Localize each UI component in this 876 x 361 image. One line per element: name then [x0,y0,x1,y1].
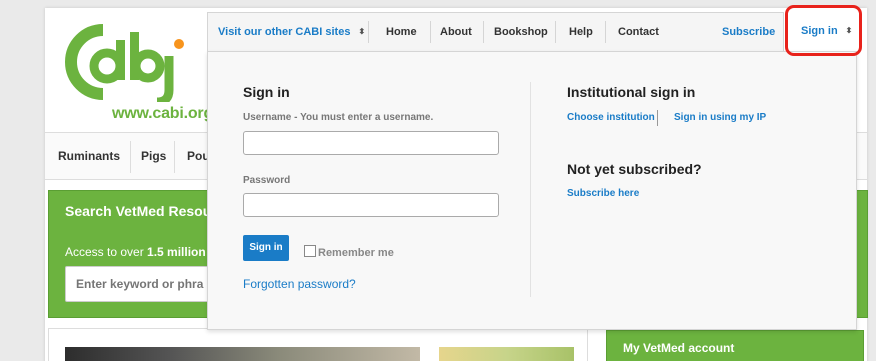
category-separator [174,141,175,173]
remember-me-checkbox[interactable] [304,245,316,257]
other-cabi-sites-menu[interactable]: Visit our other CABI sites ⬍ [218,13,365,51]
nav-help[interactable]: Help [569,13,593,51]
highlight-box [785,5,862,56]
sign-in-title: Sign in [243,84,290,100]
password-input[interactable] [243,193,499,217]
not-subscribed-title: Not yet subscribed? [567,161,702,177]
access-count: 1.5 million [147,245,206,259]
nav-bookshop[interactable]: Bookshop [494,13,548,51]
nav-separator [368,21,369,43]
access-prefix: Access to over [65,245,148,259]
password-label: Password [243,175,291,186]
choose-institution-link[interactable]: Choose institution [567,112,655,123]
panel-divider [530,82,531,297]
featured-card [48,328,588,361]
remember-me[interactable]: Remember me [304,245,394,259]
nav-home[interactable]: Home [386,13,417,51]
my-account-label: My VetMed account [623,341,735,355]
cabi-logo-mark [65,24,184,102]
search-access-text: Access to over 1.5 million [65,245,206,259]
institutional-title: Institutional sign in [567,84,696,100]
username-label: Username - You must enter a username. [243,112,434,123]
featured-image[interactable] [65,347,420,361]
link-separator [657,110,658,126]
other-sites-label: Visit our other CABI sites [218,26,351,38]
sign-in-button[interactable]: Sign in [243,235,289,261]
featured-image-secondary[interactable] [439,347,574,361]
my-account-panel[interactable]: My VetMed account [606,330,864,361]
nav-separator [605,21,606,43]
top-nav: Visit our other CABI sites ⬍ Home About B… [207,12,858,52]
category-separator [130,141,131,173]
remember-me-label: Remember me [318,247,394,259]
subscribe-here-link[interactable]: Subscribe here [567,188,639,199]
nav-contact[interactable]: Contact [618,13,659,51]
forgot-password-link[interactable]: Forgotten password? [243,277,356,291]
category-ruminants[interactable]: Ruminants [58,149,120,163]
sign-in-ip-link[interactable]: Sign in using my IP [674,112,766,123]
cabi-logo[interactable]: www.cabi.org [45,8,214,132]
nav-subscribe[interactable]: Subscribe [722,13,775,51]
sign-in-dropdown: Sign in Username - You must enter a user… [207,51,857,330]
nav-separator [430,21,431,43]
logo-url-text: www.cabi.org [112,105,214,122]
nav-separator [483,21,484,43]
username-input[interactable] [243,131,499,155]
nav-separator [555,21,556,43]
chevron-updown-icon: ⬍ [358,27,366,36]
nav-about[interactable]: About [440,13,472,51]
search-panel-title: Search VetMed Resou [65,203,212,219]
category-pigs[interactable]: Pigs [141,149,166,163]
